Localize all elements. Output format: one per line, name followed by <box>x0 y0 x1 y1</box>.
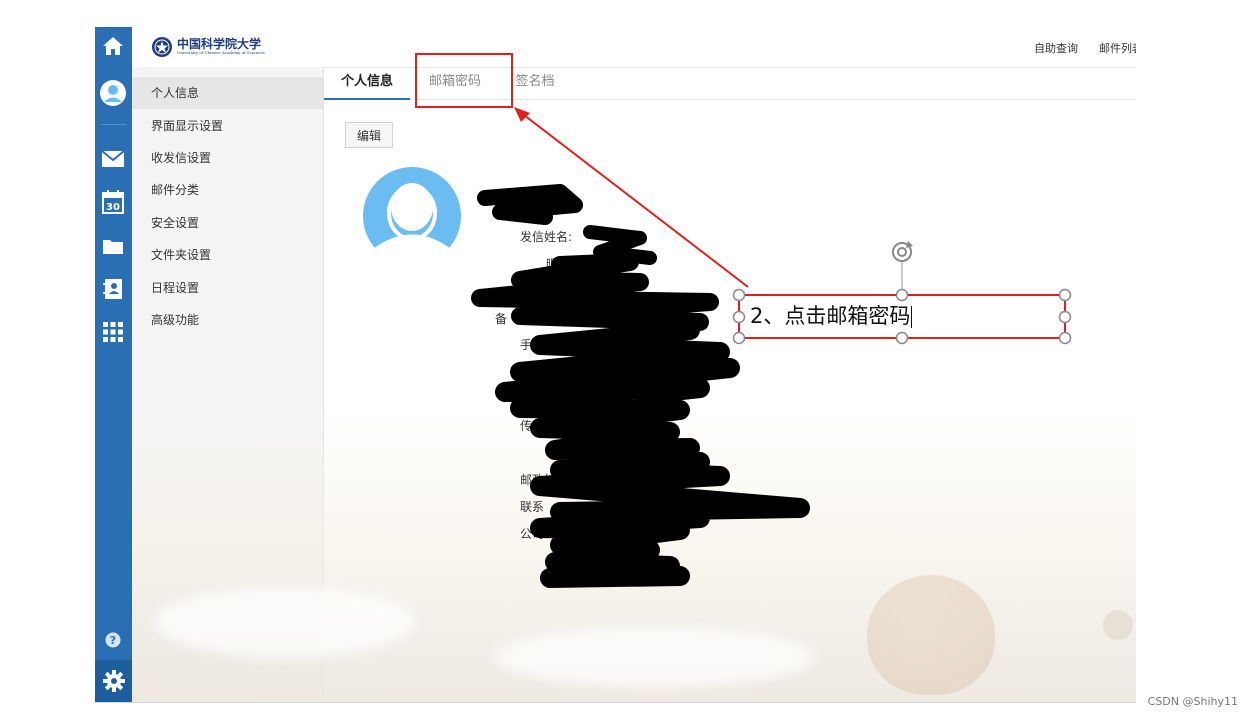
university-logo[interactable]: 中国科学院大学 University of Chinese Academy of… <box>151 36 265 58</box>
sidebar-item-advanced[interactable]: 高级功能 <box>132 304 323 336</box>
tab-personal-info[interactable]: 个人信息 <box>324 67 410 100</box>
sidebar-item-display-settings[interactable]: 界面显示设置 <box>132 110 323 142</box>
settings-tabs: 个人信息 邮箱密码 签名档 <box>324 67 1136 100</box>
university-emblem-icon <box>152 37 172 57</box>
field-sender-name-label: 发信姓名: <box>520 230 573 244</box>
gear-icon[interactable] <box>95 660 132 702</box>
mail-icon[interactable] <box>101 147 125 171</box>
annotation-text-content: 2、点击邮箱密码 <box>750 304 911 328</box>
field-mobile-label: 手机号码 <box>520 338 569 352</box>
folder-icon[interactable] <box>101 234 125 258</box>
mail-settings-window: 30 ? 中国科学院大学 University of Chinese Acade… <box>95 27 1136 703</box>
help-icon[interactable]: ? <box>101 628 125 652</box>
watermark-text: CSDN @Shihy11 <box>1147 695 1238 708</box>
field-fax-label: 传真 <box>520 419 545 433</box>
field-postal-code-label: 邮政编码: <box>520 473 573 487</box>
header-link-self-service[interactable]: 自助查询 <box>1034 40 1078 56</box>
field-value: 未填写 <box>560 392 597 406</box>
sidebar-item-calendar[interactable]: 日程设置 <box>132 272 323 304</box>
calendar-day-text: 30 <box>106 202 120 213</box>
field-company-label: 公司 <box>520 527 545 541</box>
sidebar-item-personal-info[interactable]: 个人信息 <box>132 77 323 109</box>
sidebar-item-mail-categories[interactable]: 邮件分类 <box>132 174 323 206</box>
field-value: 未填写 <box>575 553 612 567</box>
field-contact-label: 联系 <box>520 500 545 514</box>
field-label: 备 <box>495 312 508 326</box>
user-avatar-icon[interactable] <box>99 79 127 107</box>
profile-avatar[interactable] <box>363 167 461 265</box>
top-header: 中国科学院大学 University of Chinese Academy of… <box>132 27 1136 68</box>
hot-air-balloon-image <box>1103 610 1133 640</box>
left-icon-rail: 30 ? <box>95 27 132 702</box>
home-icon[interactable] <box>101 34 125 58</box>
field-value: 未填写 <box>597 284 634 298</box>
cloud-decoration <box>495 627 815 687</box>
tab-mailbox-password[interactable]: 邮箱密码 <box>418 67 492 98</box>
field-region-label: 地区 <box>546 446 571 460</box>
rail-divider <box>101 124 126 125</box>
field-value: 未填写 <box>597 365 634 379</box>
settings-sidebar: 个人信息 界面显示设置 收发信设置 邮件分类 安全设置 文件夹设置 日程设置 高… <box>132 67 324 702</box>
sidebar-item-folders[interactable]: 文件夹设置 <box>132 239 323 271</box>
contacts-icon[interactable] <box>101 277 125 301</box>
field-home-phone-label: 家庭电 <box>520 365 557 379</box>
annotation-text[interactable]: 2、点击邮箱密码 <box>750 302 913 330</box>
header-link-mailing-list[interactable]: 邮件列表 <box>1099 40 1136 56</box>
tab-signature[interactable]: 签名档 <box>502 67 568 98</box>
calendar-icon[interactable]: 30 <box>101 190 125 214</box>
sidebar-item-security[interactable]: 安全设置 <box>132 207 323 239</box>
apps-grid-icon[interactable] <box>101 320 125 344</box>
logo-chinese-name: 中国科学院大学 <box>177 37 262 51</box>
logo-english-name: University of Chinese Academy of Science… <box>177 50 265 55</box>
edit-button[interactable]: 编辑 <box>345 122 393 148</box>
field-nickname-label: 昵称 <box>546 257 571 271</box>
svg-text:?: ? <box>110 634 116 647</box>
sidebar-item-send-receive[interactable]: 收发信设置 <box>132 142 323 174</box>
text-cursor <box>911 306 913 328</box>
hot-air-balloon-image <box>867 575 995 695</box>
